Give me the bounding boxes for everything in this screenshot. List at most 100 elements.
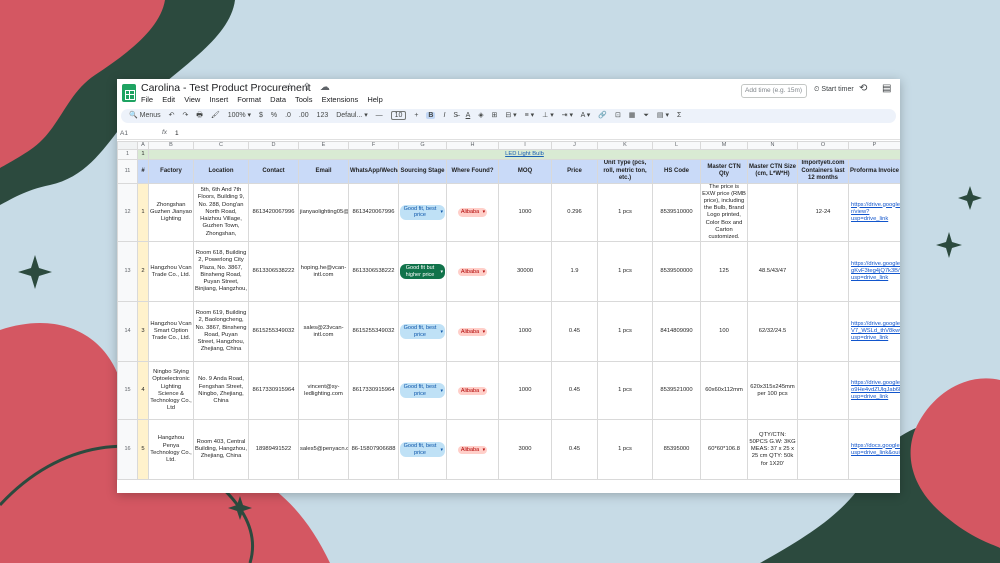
price-cell[interactable]: 0.45 <box>551 361 598 421</box>
column-header[interactable]: G <box>398 141 447 150</box>
header-cell[interactable]: Contact <box>248 159 299 184</box>
where-found-chip[interactable]: Alibaba <box>457 445 488 455</box>
row-number[interactable]: 13 <box>117 241 138 303</box>
factory-cell[interactable]: Hangzhou Vcan Trade Co., Ltd. <box>148 241 194 303</box>
header-cell[interactable]: Email <box>298 159 349 184</box>
location-cell[interactable]: No. 9 Anda Road, Fengshan Street, Ningbo… <box>193 361 249 421</box>
bold-button[interactable]: B <box>426 112 436 119</box>
whatsapp-cell[interactable]: 8613306538222 <box>348 241 399 303</box>
merge-cells-icon[interactable]: ⊟ ▾ <box>505 112 516 119</box>
menu-edit[interactable]: Edit <box>162 95 175 104</box>
proforma-invoice-link[interactable]: https://drive.google.com/file/d/1e2uabPW… <box>848 182 900 243</box>
column-header[interactable]: A <box>137 141 149 150</box>
menu-insert[interactable]: Insert <box>209 95 228 104</box>
filter-views-icon[interactable]: ▤ ▾ <box>657 112 669 119</box>
where-found-cell[interactable]: Alibaba <box>446 361 499 421</box>
italic-button[interactable]: I <box>443 112 445 119</box>
master-ctn-size-cell[interactable]: 620x315x245mm per 100 pcs <box>747 361 798 421</box>
sourcing-stage-chip[interactable]: Good fit but higher price <box>400 264 445 280</box>
master-ctn-qty-cell[interactable]: 125 <box>700 241 748 303</box>
name-box[interactable]: A1 <box>120 130 128 137</box>
where-found-cell[interactable]: Alibaba <box>446 419 499 481</box>
menu-data[interactable]: Data <box>270 95 286 104</box>
hs-code-cell[interactable]: 8539521000 <box>652 361 701 421</box>
increase-decimal-button[interactable]: .00 <box>299 112 309 119</box>
row-id-cell[interactable]: 1 <box>137 182 149 243</box>
where-found-chip[interactable]: Alibaba <box>457 327 488 337</box>
decrease-decimal-button[interactable]: .0 <box>285 112 291 119</box>
column-header[interactable]: D <box>248 141 299 150</box>
header-cell[interactable]: Importyeti.com Containers last 12 months <box>797 159 849 184</box>
unit-type-cell[interactable]: 1 pcs <box>597 419 653 481</box>
column-header[interactable]: J <box>551 141 598 150</box>
header-cell[interactable]: Master CTN Size (cm, L*W*H) <box>747 159 798 184</box>
strikethrough-button[interactable]: S̶ <box>453 112 458 119</box>
print-icon[interactable]: 🖶 <box>196 112 203 119</box>
moq-cell[interactable]: 30000 <box>498 241 552 303</box>
price-cell[interactable]: 0.45 <box>551 301 598 363</box>
email-cell[interactable]: hoping.he@vcan-intl.com <box>298 241 349 303</box>
redo-icon[interactable]: ↷ <box>182 112 188 119</box>
column-header[interactable]: H <box>446 141 499 150</box>
row-number[interactable]: 12 <box>117 182 138 243</box>
sourcing-stage-cell[interactable]: Good fit, best price <box>398 361 447 421</box>
email-cell[interactable]: sales5@penyacn.com <box>298 419 349 481</box>
location-cell[interactable]: 5th, 6th And 7th Floors, Building 9, No.… <box>193 182 249 243</box>
column-header[interactable]: B <box>148 141 194 150</box>
hs-code-cell[interactable]: 85395000 <box>652 419 701 481</box>
factory-cell[interactable]: Zhongshan Guzhen Jianyao Lighting <box>148 182 194 243</box>
column-header[interactable]: P <box>848 141 900 150</box>
zoom-select[interactable]: 100% ▾ <box>228 112 251 119</box>
price-cell[interactable]: 1.9 <box>551 241 598 303</box>
insert-link-icon[interactable]: 🔗 <box>598 112 607 119</box>
proforma-invoice-link[interactable]: https://drive.google.com/file/d/1-V7_WSL… <box>848 301 900 363</box>
menu-tools[interactable]: Tools <box>295 95 313 104</box>
containers-cell[interactable] <box>797 241 849 303</box>
location-cell[interactable]: Room 403, Central Building, Hangzhou, Zh… <box>193 419 249 481</box>
column-header[interactable]: I <box>498 141 552 150</box>
menu-format[interactable]: Format <box>237 95 261 104</box>
filter-icon[interactable]: ⏷ <box>643 112 649 119</box>
row-id-cell[interactable]: 2 <box>137 241 149 303</box>
unit-type-cell[interactable]: 1 pcs <box>597 301 653 363</box>
column-header[interactable]: N <box>747 141 798 150</box>
whatsapp-cell[interactable]: 8615255349032 <box>348 301 399 363</box>
row-number[interactable]: 15 <box>117 361 138 421</box>
master-ctn-qty-cell[interactable]: 60x60x112mm <box>700 361 748 421</box>
row-number[interactable]: 11 <box>117 159 138 184</box>
where-found-cell[interactable]: Alibaba <box>446 182 499 243</box>
insert-comment-icon[interactable]: ⊡ <box>615 112 621 119</box>
sheets-logo-icon[interactable] <box>122 84 136 102</box>
table-cell[interactable]: 1 <box>137 149 149 160</box>
location-cell[interactable]: Room 618, Building 2, Powerlong City Pla… <box>193 241 249 303</box>
master-ctn-qty-cell[interactable]: 60*60*106.8 <box>700 419 748 481</box>
borders-icon[interactable]: ⊞ <box>492 112 498 119</box>
hs-code-cell[interactable]: 8539500000 <box>652 241 701 303</box>
email-cell[interactable]: vincent@sy-ledlighting.com <box>298 361 349 421</box>
row-id-cell[interactable]: 3 <box>137 301 149 363</box>
proforma-invoice-link[interactable]: https://docs.google.com/spreadsheets/d/1… <box>848 419 900 481</box>
containers-cell[interactable] <box>797 301 849 363</box>
text-wrap-icon[interactable]: ⇥ ▾ <box>562 112 573 119</box>
number-format-button[interactable]: 123 <box>317 112 329 119</box>
moq-cell[interactable]: 1000 <box>498 301 552 363</box>
header-cell[interactable]: Unit Type (pcs, roll, metric ton, etc.) <box>597 159 653 184</box>
header-cell[interactable]: Price <box>551 159 598 184</box>
select-all-corner[interactable] <box>117 141 138 150</box>
insert-chart-icon[interactable]: ▦ <box>629 112 636 119</box>
formula-input[interactable]: 1 <box>175 130 179 137</box>
paint-format-icon[interactable]: 🖌 <box>211 112 220 119</box>
whatsapp-cell[interactable]: 8613420067996 <box>348 182 399 243</box>
header-cell[interactable]: Location <box>193 159 249 184</box>
where-found-cell[interactable]: Alibaba <box>446 241 499 303</box>
font-size-input[interactable]: 10 <box>390 111 407 120</box>
unit-type-cell[interactable]: 1 pcs <box>597 361 653 421</box>
column-header[interactable]: K <box>597 141 653 150</box>
column-header[interactable]: L <box>652 141 701 150</box>
undo-icon[interactable]: ↶ <box>169 112 175 119</box>
proforma-invoice-link[interactable]: https://drive.google.com/file/d/1xpBW1Wy… <box>848 241 900 303</box>
factory-cell[interactable]: Hangzhou Vcan Smart Option Trade Co., Lt… <box>148 301 194 363</box>
row-id-cell[interactable]: 5 <box>137 419 149 481</box>
horizontal-align-icon[interactable]: ≡ ▾ <box>525 112 535 119</box>
add-time-input[interactable]: Add time (e.g. 15m) <box>741 84 807 98</box>
